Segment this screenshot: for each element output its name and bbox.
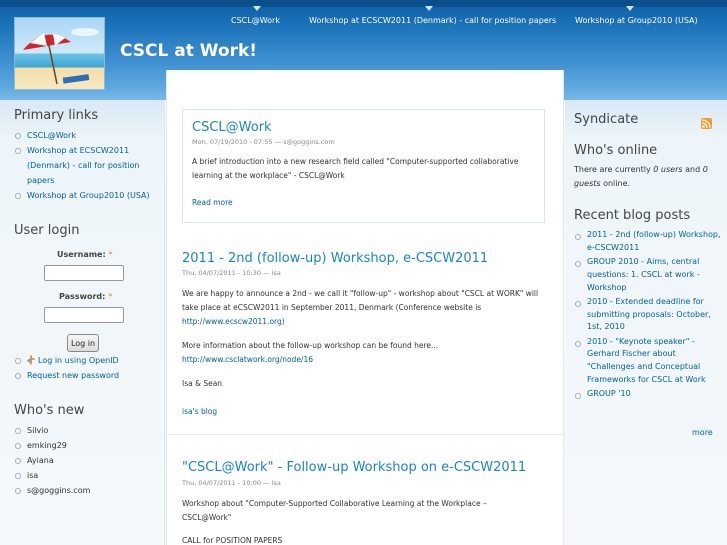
node-submitted: Thu, 04/07/2011 - 10:30 — isa: [182, 269, 281, 277]
more-link[interactable]: more: [692, 428, 713, 437]
recent-posts-title: Recent blog posts: [574, 208, 691, 223]
password-input[interactable]: [44, 307, 124, 323]
list-item: Workshop at Group2010 (USA): [14, 188, 162, 203]
recent-posts-list: 2011 - 2nd (follow-up) Workshop, e-CSCW2…: [574, 229, 724, 402]
primary-links-list: CSCL@Work Workshop at ECSCW2011 (Denmark…: [14, 128, 162, 203]
ecscw-website-link[interactable]: http://www.ecscw2011.org): [182, 317, 285, 326]
list-item: s@goggins.com: [14, 483, 162, 498]
node-submitted: Thu, 04/07/2011 - 10:00 — isa: [182, 479, 281, 487]
node-divider: [167, 434, 565, 435]
password-label: Password: *: [59, 292, 113, 301]
whos-new-title: Who's new: [14, 403, 85, 418]
nav-item-ecscw2011[interactable]: Workshop at ECSCW2011 (Denmark) - call f…: [309, 16, 556, 25]
list-item: Silvio: [14, 423, 162, 438]
login-button[interactable]: Log in: [67, 334, 99, 352]
nav-pointer-icon: [425, 6, 433, 11]
node-title[interactable]: CSCL@Work: [192, 120, 272, 135]
user-login-title: User login: [14, 223, 80, 238]
node-body: More information about the follow-up wor…: [182, 341, 439, 364]
node-submitted: Mon, 07/19/2010 - 07:55 — s@goggins.com: [192, 138, 335, 146]
openid-login-link[interactable]: Log in using OpenID: [38, 356, 119, 365]
nav-pointer-icon: [253, 6, 261, 11]
user-link[interactable]: Silvio: [27, 426, 48, 435]
site-name[interactable]: CSCL at Work!: [120, 41, 257, 61]
follow-up-workshop-link[interactable]: http://www.csclatwork.org/node/16: [182, 355, 313, 364]
nav-item-cscl-at-work[interactable]: CSCL@Work: [231, 16, 280, 25]
username-label: Username: *: [57, 250, 113, 259]
left-sidebar: Primary links CSCL@Work Workshop at ECSC…: [0, 100, 165, 545]
list-item: emking29: [14, 438, 162, 453]
primary-link-ecscw2011[interactable]: Workshop at ECSCW2011 (Denmark) - call f…: [27, 146, 140, 185]
node-body: Workshop about "Computer-Supported Colla…: [182, 499, 487, 522]
list-item: GROUP '10: [574, 388, 724, 401]
syndicate-title: Syndicate: [574, 112, 639, 127]
primary-link-cscl[interactable]: CSCL@Work: [27, 131, 76, 140]
recent-post-link[interactable]: GROUP '10: [587, 389, 631, 398]
node-title[interactable]: 2011 - 2nd (follow-up) Workshop, e-CSCW2…: [182, 251, 488, 266]
user-link[interactable]: Ayiana: [27, 456, 54, 465]
node-body: We are happy to announce a 2nd - we call…: [182, 289, 539, 326]
primary-navigation: CSCL@Work Workshop at ECSCW2011 (Denmark…: [0, 0, 727, 34]
read-more-link[interactable]: Read more: [192, 198, 233, 207]
username-input[interactable]: [44, 265, 124, 281]
login-links: Log in using OpenID Request new password: [14, 353, 162, 383]
list-item: CSCL@Work: [14, 128, 162, 143]
node-signature: Isa & Sean: [182, 379, 223, 388]
whos-online-title: Who's online: [574, 143, 658, 158]
list-item: 2010 - "Keynote speaker" - Gerhard Fisch…: [574, 336, 724, 387]
whos-online-text: There are currently 0 users and 0 guests…: [574, 165, 708, 188]
list-item: 2010 - Extended deadline for submitting …: [574, 296, 724, 334]
main-content: CSCL@Work Mon, 07/19/2010 - 07:55 — s@go…: [166, 70, 565, 545]
recent-post-link[interactable]: 2011 - 2nd (follow-up) Workshop, e-CSCW2…: [587, 230, 721, 252]
recent-post-link[interactable]: 2010 - Extended deadline for submitting …: [587, 297, 711, 332]
node-title[interactable]: "CSCL@Work" - Follow-up Workshop on e-CS…: [182, 460, 526, 475]
recent-post-link[interactable]: GROUP 2010 - Aims, central questions: 1.…: [587, 257, 700, 292]
primary-links-title: Primary links: [14, 108, 99, 123]
node-body: A brief introduction into a new research…: [192, 157, 519, 180]
user-link[interactable]: s@goggins.com: [27, 486, 90, 495]
node-body: CALL for POSITION PAPERS: [182, 536, 283, 545]
list-item: 2011 - 2nd (follow-up) Workshop, e-CSCW2…: [574, 229, 724, 255]
list-item: Request new password: [14, 368, 162, 383]
list-item: Workshop at ECSCW2011 (Denmark) - call f…: [14, 143, 162, 188]
list-item: Log in using OpenID: [14, 353, 162, 368]
rss-feed-icon[interactable]: [701, 118, 712, 129]
right-sidebar: Syndicate Who's online There are current…: [565, 100, 727, 545]
node-cscl-at-work: CSCL@Work Mon, 07/19/2010 - 07:55 — s@go…: [182, 109, 545, 223]
nav-item-group2010[interactable]: Workshop at Group2010 (USA): [575, 16, 698, 25]
list-item: GROUP 2010 - Aims, central questions: 1.…: [574, 256, 724, 294]
user-link[interactable]: isa: [27, 471, 38, 480]
recent-post-link[interactable]: 2010 - "Keynote speaker" - Gerhard Fisch…: [587, 337, 706, 384]
blog-link[interactable]: isa's blog: [182, 407, 217, 416]
openid-icon: [27, 355, 35, 365]
nav-pointer-icon: [626, 6, 634, 11]
user-link[interactable]: emking29: [27, 441, 67, 450]
list-item: isa: [14, 468, 162, 483]
whos-new-list: Silvio emking29 Ayiana isa s@goggins.com: [14, 423, 162, 498]
list-item: Ayiana: [14, 453, 162, 468]
request-password-link[interactable]: Request new password: [27, 371, 119, 380]
primary-link-group2010[interactable]: Workshop at Group2010 (USA): [27, 191, 150, 200]
